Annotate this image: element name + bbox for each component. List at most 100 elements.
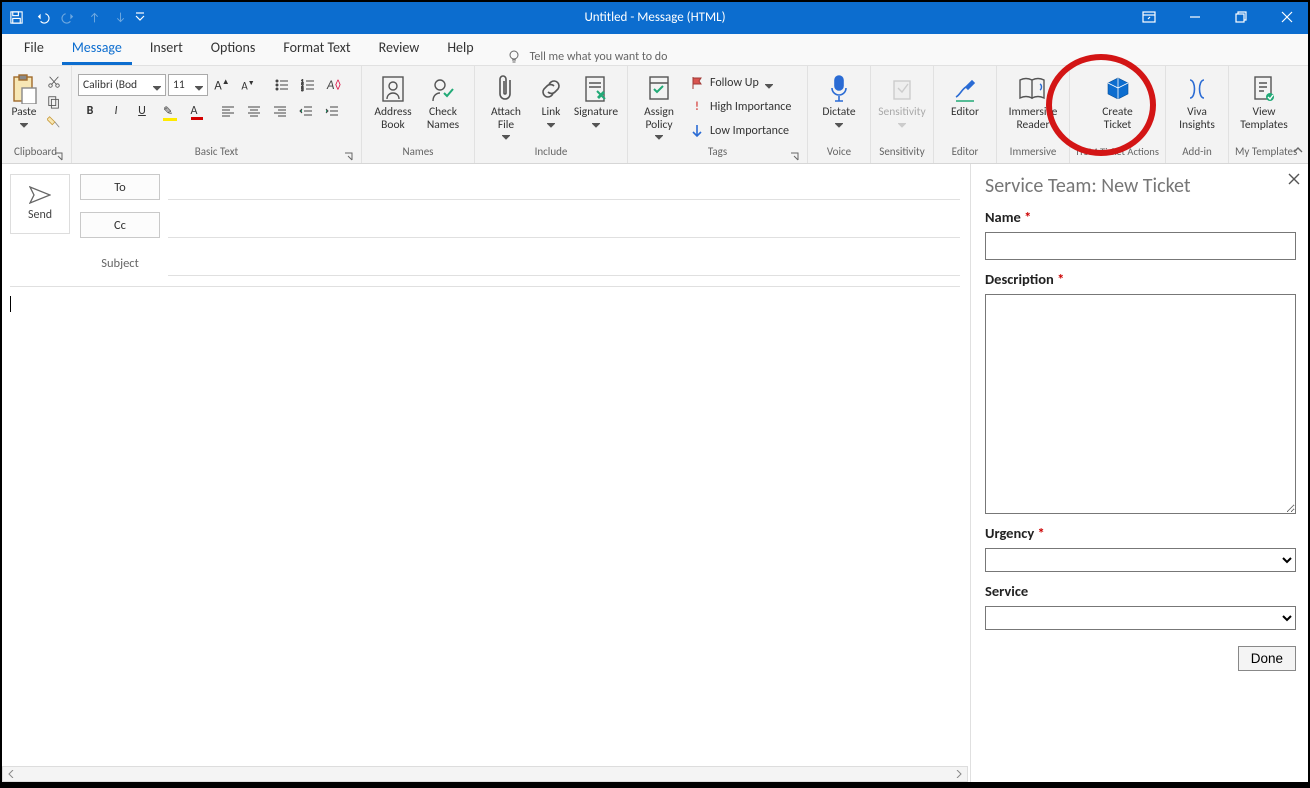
underline-button[interactable]: U bbox=[130, 100, 154, 122]
send-button[interactable]: Send bbox=[10, 174, 70, 234]
clipboard-launcher[interactable] bbox=[53, 151, 63, 161]
tab-help[interactable]: Help bbox=[437, 33, 483, 65]
align-right-button[interactable] bbox=[268, 100, 292, 122]
tab-review[interactable]: Review bbox=[369, 33, 430, 65]
dictate-button[interactable]: Dictate bbox=[814, 70, 864, 127]
templates-icon bbox=[1252, 72, 1276, 106]
qat-customize-button[interactable] bbox=[134, 4, 146, 30]
to-button[interactable]: To bbox=[80, 174, 160, 200]
increase-indent-button[interactable] bbox=[320, 100, 344, 122]
maximize-button[interactable] bbox=[1218, 0, 1264, 34]
paste-button[interactable]: Paste bbox=[6, 70, 42, 127]
message-body[interactable] bbox=[10, 286, 960, 766]
sensitivity-icon bbox=[889, 72, 915, 106]
view-templates-button[interactable]: View Templates bbox=[1235, 70, 1293, 131]
svg-text:3: 3 bbox=[301, 87, 304, 92]
tab-file[interactable]: File bbox=[14, 33, 54, 65]
highlight-icon: ✎ bbox=[163, 104, 173, 119]
font-color-button[interactable]: A bbox=[182, 100, 206, 122]
send-icon bbox=[29, 186, 51, 204]
cut-button[interactable] bbox=[44, 72, 64, 92]
decrease-font-button[interactable]: A▼ bbox=[236, 74, 260, 96]
create-ticket-button[interactable]: Create Ticket bbox=[1089, 70, 1147, 131]
low-importance-button[interactable]: Low Importance bbox=[690, 120, 791, 142]
numbering-button[interactable]: 123 bbox=[296, 74, 320, 96]
underline-icon: U bbox=[138, 104, 146, 118]
assign-policy-button[interactable]: Assign Policy bbox=[634, 70, 684, 139]
workspace: Send To Cc Subject bbox=[0, 164, 1310, 784]
align-center-button[interactable] bbox=[242, 100, 266, 122]
group-basic-text: Calibri (Bod 11 A▲ A▼ 123 A◊ B I U ✎ A bbox=[72, 66, 362, 163]
basic-text-launcher[interactable] bbox=[343, 151, 353, 161]
link-icon bbox=[538, 72, 564, 106]
flag-icon bbox=[690, 76, 704, 90]
ticket-urgency-select[interactable] bbox=[985, 548, 1296, 572]
cc-input[interactable] bbox=[168, 212, 960, 238]
tab-format-text[interactable]: Format Text bbox=[273, 33, 360, 65]
tab-message[interactable]: Message bbox=[62, 33, 132, 65]
font-size-dropdown[interactable]: 11 bbox=[168, 74, 208, 96]
collapse-ribbon-button[interactable] bbox=[1292, 145, 1304, 159]
decrease-indent-button[interactable] bbox=[294, 100, 318, 122]
field-label-urgency: Urgency * bbox=[985, 524, 1296, 542]
undo-qat-button[interactable] bbox=[30, 4, 54, 30]
paintbrush-icon bbox=[47, 115, 61, 129]
bold-button[interactable]: B bbox=[78, 100, 102, 122]
italic-button[interactable]: I bbox=[104, 100, 128, 122]
clipboard-icon bbox=[11, 72, 37, 106]
align-left-button[interactable] bbox=[216, 100, 240, 122]
ribbon-display-button[interactable] bbox=[1126, 0, 1172, 34]
tags-launcher[interactable] bbox=[789, 151, 799, 161]
horizontal-scrollbar[interactable] bbox=[2, 766, 968, 782]
font-color-icon: A bbox=[191, 104, 198, 118]
ticket-description-input[interactable] bbox=[985, 294, 1296, 514]
attach-file-button[interactable]: Attach File bbox=[481, 70, 531, 139]
tab-insert[interactable]: Insert bbox=[140, 33, 193, 65]
bullets-icon bbox=[275, 78, 289, 92]
panel-close-button[interactable] bbox=[1288, 172, 1300, 189]
ticket-name-input[interactable] bbox=[985, 232, 1296, 260]
tab-options[interactable]: Options bbox=[201, 33, 266, 65]
group-sensitivity: Sensitivity Sensitivity bbox=[871, 66, 934, 163]
viva-insights-button[interactable]: Viva Insights bbox=[1172, 70, 1222, 131]
format-painter-button[interactable] bbox=[44, 112, 64, 132]
policy-icon bbox=[646, 72, 672, 106]
group-immersive: Immersive Reader Immersive bbox=[997, 66, 1070, 163]
ribbon-content: Paste Clipboard Calibri (Bod 11 A▲ A▼ bbox=[0, 66, 1310, 164]
tell-me-search[interactable]: Tell me what you want to do bbox=[506, 49, 668, 65]
close-window-button[interactable] bbox=[1264, 0, 1310, 34]
editor-button[interactable]: Editor bbox=[940, 70, 990, 119]
sensitivity-button: Sensitivity bbox=[877, 70, 927, 127]
ticket-cube-icon bbox=[1104, 72, 1132, 106]
to-input[interactable] bbox=[168, 174, 960, 200]
window-title: Untitled - Message (HTML) bbox=[0, 10, 1310, 25]
group-names: Address Book Check Names Names bbox=[362, 66, 475, 163]
book-speaker-icon bbox=[1018, 72, 1048, 106]
increase-font-button[interactable]: A▲ bbox=[210, 74, 234, 96]
numbering-icon: 123 bbox=[301, 78, 315, 92]
follow-up-button[interactable]: Follow Up bbox=[690, 72, 791, 94]
signature-button[interactable]: Signature bbox=[571, 70, 621, 127]
outdent-icon bbox=[299, 104, 313, 118]
done-button[interactable]: Done bbox=[1238, 646, 1296, 671]
group-editor: Editor Editor bbox=[934, 66, 997, 163]
link-button[interactable]: Link bbox=[531, 70, 571, 127]
check-names-button[interactable]: Check Names bbox=[418, 70, 468, 131]
font-family-dropdown[interactable]: Calibri (Bod bbox=[78, 74, 166, 96]
field-label-description: Description * bbox=[985, 270, 1296, 288]
ticket-service-select[interactable] bbox=[985, 606, 1296, 630]
bullets-button[interactable] bbox=[270, 74, 294, 96]
scroll-left-button[interactable] bbox=[3, 767, 19, 781]
immersive-reader-button[interactable]: Immersive Reader bbox=[1003, 70, 1063, 131]
save-qat-button[interactable] bbox=[4, 4, 28, 30]
clear-formatting-button[interactable]: A◊ bbox=[322, 74, 346, 96]
high-importance-button[interactable]: ! High Importance bbox=[690, 96, 791, 118]
highlight-button[interactable]: ✎ bbox=[156, 100, 180, 122]
cc-button[interactable]: Cc bbox=[80, 212, 160, 238]
scroll-right-button[interactable] bbox=[951, 767, 967, 781]
bold-icon: B bbox=[87, 104, 94, 118]
address-book-button[interactable]: Address Book bbox=[368, 70, 418, 131]
copy-button[interactable] bbox=[44, 92, 64, 112]
subject-input[interactable] bbox=[168, 250, 960, 276]
minimize-button[interactable] bbox=[1172, 0, 1218, 34]
